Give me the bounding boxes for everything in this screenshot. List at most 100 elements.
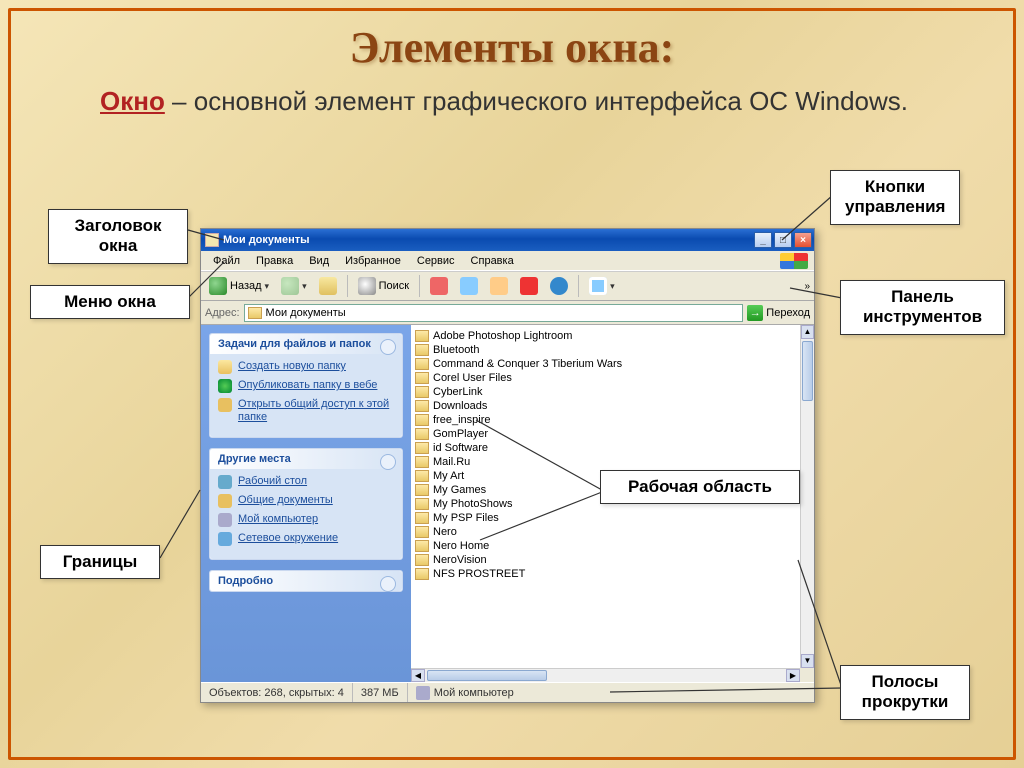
places-panel-header[interactable]: Другие места — [210, 449, 402, 469]
forward-button[interactable]: ▾ — [277, 275, 311, 297]
place-label: Общие документы — [238, 494, 333, 507]
folder-item[interactable]: id Software — [411, 441, 800, 455]
scroll-thumb[interactable] — [802, 341, 813, 401]
callout-titlebar: Заголовок окна — [48, 209, 188, 264]
back-button[interactable]: Назад▾ — [205, 275, 273, 297]
views-button[interactable]: ▾ — [585, 275, 619, 297]
forward-icon — [281, 277, 299, 295]
folder-icon — [415, 330, 429, 342]
copy-button[interactable] — [456, 275, 482, 297]
scroll-down-button[interactable]: ▼ — [801, 654, 814, 668]
folder-label: Downloads — [433, 400, 487, 412]
tasks-panel-header[interactable]: Задачи для файлов и папок — [210, 334, 402, 354]
paste-button[interactable] — [486, 275, 512, 297]
menu-view[interactable]: Вид — [301, 253, 337, 269]
place-desktop[interactable]: Рабочий стол — [218, 475, 394, 489]
folder-item[interactable]: Command & Conquer 3 Tiberium Wars — [411, 357, 800, 371]
task-new-folder[interactable]: Создать новую папку — [218, 360, 394, 374]
new-folder-icon — [218, 360, 232, 374]
folder-item[interactable]: NeroVision — [411, 553, 800, 567]
folder-item[interactable]: GomPlayer — [411, 427, 800, 441]
scroll-thumb[interactable] — [427, 670, 547, 681]
up-icon — [319, 277, 337, 295]
titlebar[interactable]: Мои документы _ □ × — [201, 229, 814, 251]
globe-icon — [218, 379, 232, 393]
toolbar-overflow[interactable]: » — [804, 281, 810, 292]
folder-item[interactable]: Mail.Ru — [411, 455, 800, 469]
folder-icon — [415, 498, 429, 510]
place-mycomputer[interactable]: Мой компьютер — [218, 513, 394, 527]
menu-favorites[interactable]: Избранное — [337, 253, 409, 269]
scroll-right-button[interactable]: ▶ — [786, 669, 800, 682]
folder-label: My Art — [433, 470, 464, 482]
scroll-up-button[interactable]: ▲ — [801, 325, 814, 339]
folder-item[interactable]: My PSP Files — [411, 511, 800, 525]
maximize-button[interactable]: □ — [774, 232, 792, 248]
task-publish[interactable]: Опубликовать папку в вебе — [218, 379, 394, 393]
cut-button[interactable] — [426, 275, 452, 297]
callout-menu: Меню окна — [30, 285, 190, 319]
address-bar: Адрес: Мои документы → Переход — [201, 301, 814, 325]
callout-workarea: Рабочая область — [600, 470, 800, 504]
go-button[interactable]: → Переход — [747, 305, 810, 321]
folder-item[interactable]: Nero — [411, 525, 800, 539]
menu-help[interactable]: Справка — [463, 253, 522, 269]
share-icon — [218, 398, 232, 412]
computer-icon — [218, 513, 232, 527]
folder-item[interactable]: Bluetooth — [411, 343, 800, 357]
place-network[interactable]: Сетевое окружение — [218, 532, 394, 546]
folder-label: Nero Home — [433, 540, 489, 552]
folder-item[interactable]: free_inspire — [411, 413, 800, 427]
delete-button[interactable] — [516, 275, 542, 297]
folder-icon — [415, 400, 429, 412]
task-share[interactable]: Открыть общий доступ к этой папке — [218, 398, 394, 424]
place-label: Мой компьютер — [238, 513, 318, 526]
explorer-window: Мои документы _ □ × Файл Правка Вид Избр… — [200, 228, 815, 703]
up-button[interactable] — [315, 275, 341, 297]
folder-label: CyberLink — [433, 386, 483, 398]
folder-label: free_inspire — [433, 414, 490, 426]
folder-label: GomPlayer — [433, 428, 488, 440]
scroll-left-button[interactable]: ◀ — [411, 669, 425, 682]
folder-icon — [415, 442, 429, 454]
status-objects: Объектов: 268, скрытых: 4 — [201, 683, 353, 702]
vertical-scrollbar[interactable]: ▲ ▼ — [800, 325, 814, 668]
address-field[interactable]: Мои документы — [244, 304, 744, 322]
folder-item[interactable]: Downloads — [411, 399, 800, 413]
horizontal-scrollbar[interactable]: ◀ ▶ — [411, 668, 800, 682]
menu-edit[interactable]: Правка — [248, 253, 301, 269]
folder-item[interactable]: Adobe Photoshop Lightroom — [411, 329, 800, 343]
minimize-button[interactable]: _ — [754, 232, 772, 248]
paste-icon — [490, 277, 508, 295]
place-label: Сетевое окружение — [238, 532, 338, 545]
tasks-panel: Задачи для файлов и папок Создать новую … — [209, 333, 403, 438]
folder-item[interactable]: Nero Home — [411, 539, 800, 553]
folder-icon — [415, 526, 429, 538]
folder-item[interactable]: Corel User Files — [411, 371, 800, 385]
search-label: Поиск — [379, 280, 409, 292]
scroll-corner — [800, 668, 814, 682]
callout-borders: Границы — [40, 545, 160, 579]
folder-item[interactable]: CyberLink — [411, 385, 800, 399]
search-icon — [358, 277, 376, 295]
address-label: Адрес: — [205, 307, 240, 319]
folder-icon — [415, 540, 429, 552]
search-button[interactable]: Поиск — [354, 275, 413, 297]
status-location-label: Мой компьютер — [434, 687, 514, 699]
folder-label: Corel User Files — [433, 372, 512, 384]
folder-icon — [248, 307, 262, 319]
place-shared[interactable]: Общие документы — [218, 494, 394, 508]
window-title: Мои документы — [223, 234, 310, 246]
menu-tools[interactable]: Сервис — [409, 253, 463, 269]
close-button[interactable]: × — [794, 232, 812, 248]
task-label: Открыть общий доступ к этой папке — [238, 398, 394, 424]
folder-item[interactable]: NFS PROSTREET — [411, 567, 800, 581]
back-icon — [209, 277, 227, 295]
undo-button[interactable] — [546, 275, 572, 297]
details-panel-header[interactable]: Подробно — [210, 571, 402, 591]
places-panel: Другие места Рабочий стол Общие документ… — [209, 448, 403, 560]
menu-file[interactable]: Файл — [205, 253, 248, 269]
windows-flag-icon — [780, 253, 808, 269]
folder-icon — [415, 470, 429, 482]
callout-scrollbars: Полосы прокрутки — [840, 665, 970, 720]
